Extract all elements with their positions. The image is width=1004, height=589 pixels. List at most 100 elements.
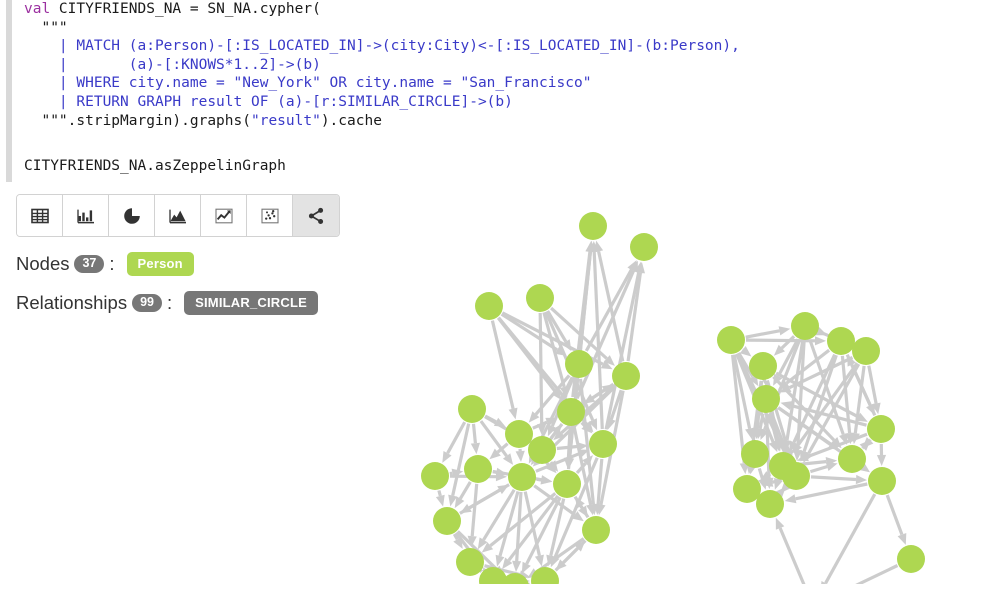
relationships-colon: : [167, 292, 172, 314]
visualization-toolbar[interactable] [16, 194, 340, 237]
graph-node[interactable] [749, 352, 777, 380]
code-token: | (a)-[:KNOWS*1..2]->(b) [24, 57, 321, 73]
code-last-statement[interactable]: CITYFRIENDS_NA.asZeppelinGraph [24, 157, 286, 176]
graph-edge [811, 477, 856, 480]
graph-node[interactable] [756, 490, 784, 518]
graph-node[interactable] [791, 312, 819, 340]
relationships-label: Relationships [16, 292, 127, 314]
code-editor-text[interactable]: val CITYFRIENDS_NA = SN_NA.cypher( """ |… [24, 0, 740, 130]
graph-edge [769, 474, 771, 475]
graph-node[interactable] [475, 292, 503, 320]
graph-node[interactable] [508, 463, 536, 491]
relationship-type-tag-similar-circle[interactable]: SIMILAR_CIRCLE [184, 291, 318, 315]
network-graph-canvas[interactable] [400, 196, 1004, 584]
code-line: val CITYFRIENDS_NA = SN_NA.cypher( [24, 0, 740, 19]
graph-edge [796, 484, 868, 499]
graph-node[interactable] [630, 233, 658, 261]
graph-node[interactable] [464, 455, 492, 483]
network-graph-svg[interactable] [400, 196, 1004, 584]
code-token: """.stripMargin).graphs( [24, 113, 251, 129]
graph-node[interactable] [526, 284, 554, 312]
graph-node[interactable] [782, 462, 810, 490]
graph-edge [460, 482, 470, 499]
code-line: """.stripMargin).graphs("result").cache [24, 112, 740, 131]
graph-edge-arrowhead [826, 462, 838, 471]
code-block: val CITYFRIENDS_NA = SN_NA.cypher( """ |… [0, 0, 1004, 184]
graph-edge [551, 499, 564, 556]
graph-edge-arrowhead [471, 443, 480, 454]
graph-edge [540, 313, 542, 424]
graph-node[interactable] [589, 430, 617, 458]
graph-node[interactable] [741, 440, 769, 468]
graph-node[interactable] [553, 470, 581, 498]
graph-edge [746, 340, 815, 341]
code-line: | (a)-[:KNOWS*1..2]->(b) [24, 56, 740, 75]
graph-edges [436, 241, 906, 584]
code-line: """ [24, 19, 740, 38]
graph-node[interactable] [579, 212, 607, 240]
table-icon [31, 207, 49, 225]
graph-node[interactable] [528, 436, 556, 464]
code-token: | MATCH (a:Person)-[:IS_LOCATED_IN]->(ci… [24, 38, 740, 54]
code-token: | WHERE city.name = "New_York" OR city.n… [24, 75, 591, 91]
node-label-tag-person[interactable]: Person [127, 252, 194, 276]
graph-edge-arrowhead [535, 555, 544, 567]
relationships-legend-row: Relationships 99 : SIMILAR_CIRCLE [16, 291, 318, 315]
graph-node[interactable] [752, 385, 780, 413]
nodes-legend-row: Nodes 37 : Person [16, 252, 194, 276]
graph-node[interactable] [867, 415, 895, 443]
nodes-label: Nodes [16, 253, 69, 275]
code-token: CITYFRIENDS_NA = SN_NA.cypher( [50, 1, 321, 17]
graph-node[interactable] [733, 475, 761, 503]
graph-node[interactable] [897, 545, 925, 573]
viz-button-area[interactable] [155, 195, 201, 236]
graph-edge [862, 448, 863, 449]
viz-button-table[interactable] [17, 195, 63, 236]
viz-button-network[interactable] [293, 195, 339, 236]
graph-edge-arrowhead [779, 326, 791, 335]
code-token: "result" [251, 113, 321, 129]
viz-button-line[interactable] [201, 195, 247, 236]
graph-node[interactable] [433, 507, 461, 535]
graph-node[interactable] [838, 445, 866, 473]
graph-node[interactable] [852, 337, 880, 365]
line-chart-icon [215, 207, 233, 225]
graph-edge-arrowhead [877, 455, 886, 466]
bar-chart-icon [77, 207, 95, 225]
graph-edge-arrowhead [898, 533, 907, 545]
code-token: | RETURN GRAPH result OF (a)-[r:SIMILAR_… [24, 94, 513, 110]
code-line: | RETURN GRAPH result OF (a)-[r:SIMILAR_… [24, 93, 740, 112]
graph-node[interactable] [827, 327, 855, 355]
graph-edge [746, 331, 780, 337]
code-token: val [24, 1, 50, 17]
graph-edge [782, 336, 794, 348]
graph-node[interactable] [458, 395, 486, 423]
code-gutter-bar [6, 0, 12, 182]
graph-node[interactable] [717, 326, 745, 354]
graph-nodes[interactable] [421, 212, 925, 584]
graph-edge-arrowhead [785, 494, 797, 503]
graph-node[interactable] [421, 462, 449, 490]
graph-edge [474, 424, 476, 443]
graph-edge-arrowhead [541, 476, 553, 485]
graph-node[interactable] [868, 467, 896, 495]
graph-node[interactable] [582, 516, 610, 544]
graph-edge [887, 495, 902, 534]
graph-edge [551, 462, 552, 463]
area-chart-icon [169, 207, 187, 225]
viz-button-pie[interactable] [109, 195, 155, 236]
graph-node[interactable] [456, 548, 484, 576]
graph-node[interactable] [505, 420, 533, 448]
graph-edge [826, 494, 875, 583]
viz-button-scatter[interactable] [247, 195, 293, 236]
graph-edge [780, 528, 807, 584]
graph-edge-arrowhead [776, 518, 785, 530]
graph-node[interactable] [612, 362, 640, 390]
graph-node[interactable] [565, 350, 593, 378]
graph-edge [557, 447, 577, 449]
graph-edge [460, 490, 500, 513]
viz-button-bar[interactable] [63, 195, 109, 236]
graph-edge [568, 427, 570, 458]
graph-node[interactable] [557, 398, 585, 426]
graph-edge [836, 566, 897, 585]
